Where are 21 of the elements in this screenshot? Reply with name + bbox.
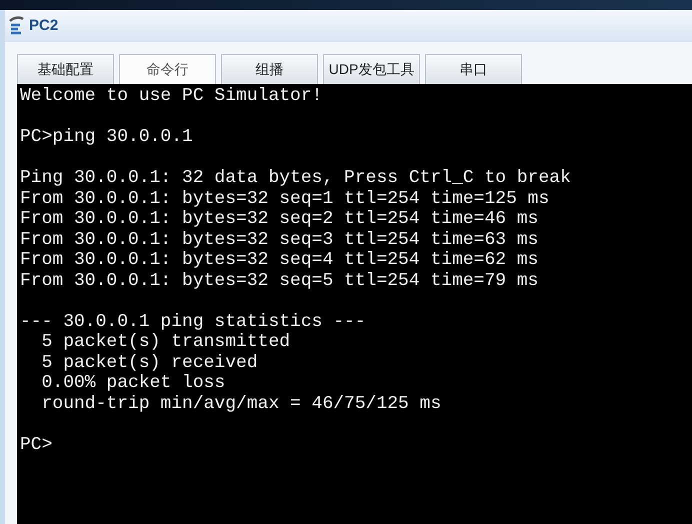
- tab[interactable]: 基础配置: [17, 54, 114, 84]
- terminal-line: From 30.0.0.1: bytes=32 seq=1 ttl=254 time=125 ms: [20, 188, 550, 209]
- terminal-line: PC>ping 30.0.0.1: [20, 127, 193, 148]
- app-icon: [8, 16, 26, 36]
- tab[interactable]: 串口: [425, 54, 522, 84]
- terminal-line: PC>: [20, 434, 52, 455]
- terminal-line: Ping 30.0.0.1: 32 data bytes, Press Ctrl_C to break: [20, 168, 571, 188]
- terminal-line: From 30.0.0.1: bytes=32 seq=2 ttl=254 time=46 ms: [20, 209, 538, 230]
- terminal-line: From 30.0.0.1: bytes=32 seq=3 ttl=254 time=63 ms: [20, 230, 538, 250]
- terminal-line: --- 30.0.0.1 ping statistics ---: [20, 312, 366, 332]
- tab[interactable]: 组播: [221, 54, 318, 84]
- terminal-line: From 30.0.0.1: bytes=32 seq=4 ttl=254 time=62 ms: [20, 250, 538, 270]
- terminal-line: 5 packet(s) received: [40, 352, 258, 373]
- terminal-line: 5 packet(s) transmitted: [40, 332, 290, 352]
- terminal-line: 0.00% packet loss: [40, 373, 226, 394]
- terminal-line: Welcome to use PC Simulator!: [20, 86, 322, 106]
- tab[interactable]: UDP发包工具: [323, 54, 420, 84]
- terminal-line: From 30.0.0.1: bytes=32 seq=5 ttl=254 time=79 ms: [20, 270, 538, 291]
- terminal-line: round-trip min/avg/max = 46/75/125 ms: [40, 394, 442, 414]
- window-title: PC2: [29, 16, 58, 36]
- tab[interactable]: 命令行: [119, 54, 216, 84]
